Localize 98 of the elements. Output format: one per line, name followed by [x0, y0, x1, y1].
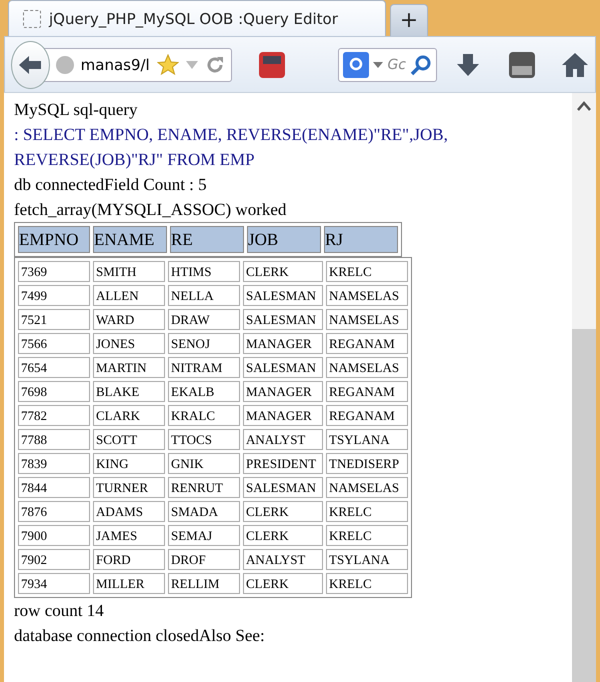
table-cell: 7566: [18, 333, 90, 354]
table-cell: 7934: [18, 573, 90, 594]
browser-tab[interactable]: +: [390, 4, 428, 36]
table-cell: ALLEN: [93, 285, 165, 306]
table-cell: 7782: [18, 405, 90, 426]
table-cell: WARD: [93, 309, 165, 330]
table-cell: 7521: [18, 309, 90, 330]
table-cell: KING: [93, 453, 165, 474]
table-cell: MARTIN: [93, 357, 165, 378]
table-cell: REGANAM: [326, 333, 408, 354]
table-cell: 7902: [18, 549, 90, 570]
table-cell: NAMSELAS: [326, 357, 408, 378]
status-text: database connection closedAlso See:: [14, 625, 266, 647]
table-cell: MANAGER: [243, 381, 323, 402]
table-cell: TURNER: [93, 477, 165, 498]
table-cell: TSYLANA: [326, 549, 408, 570]
table-cell: SMADA: [168, 501, 240, 522]
table-cell: KRELC: [326, 501, 408, 522]
table-cell: 7698: [18, 381, 90, 402]
table-cell: CLERK: [243, 501, 323, 522]
table-cell: MANAGER: [243, 405, 323, 426]
search-engine-icon[interactable]: [343, 52, 370, 78]
scroll-thumb[interactable]: [572, 329, 596, 682]
table-cell: JAMES: [93, 525, 165, 546]
table-cell: NAMSELAS: [326, 477, 408, 498]
table-cell: TNEDISERP: [326, 453, 408, 474]
table-cell: ANALYST: [243, 549, 323, 570]
table-cell: 7839: [18, 453, 90, 474]
table-cell: NAMSELAS: [326, 309, 408, 330]
table-cell: CLERK: [243, 525, 323, 546]
table-cell: SALESMAN: [243, 285, 323, 306]
table-cell: ADAMS: [93, 501, 165, 522]
table-cell: SENOJ: [168, 333, 240, 354]
download-icon[interactable]: [455, 52, 481, 78]
table-cell: KRELC: [326, 525, 408, 546]
home-icon[interactable]: [561, 52, 589, 78]
search-field[interactable]: Gc: [338, 48, 437, 82]
table-cell: CLERK: [243, 573, 323, 594]
table-cell: REGANAM: [326, 381, 408, 402]
table-cell: SMITH: [93, 261, 165, 282]
table-cell: 7900: [18, 525, 90, 546]
scrollbar[interactable]: [572, 93, 596, 682]
globe-icon: [54, 54, 75, 74]
table-cell: MANAGER: [243, 333, 323, 354]
dropdown-icon[interactable]: [373, 62, 384, 68]
table-cell: 7876: [18, 501, 90, 522]
browser-tab[interactable]: jQuery_PHP_MySQL OOB :Query Editor: [8, 0, 386, 36]
table-cell: JONES: [93, 333, 165, 354]
reload-icon[interactable]: [205, 54, 226, 74]
status-text: MySQL sql-query: [14, 99, 139, 121]
table-cell: PRESIDENT: [243, 453, 323, 474]
query-text: : SELECT EMPNO, ENAME, REVERSE(ENAME)"RE",JOB, REVERSE(JOB)"RJ" FROM EMP: [14, 124, 449, 171]
table-cell: CLERK: [243, 261, 323, 282]
table-cell: SALESMAN: [243, 477, 323, 498]
table-cell: DRAW: [168, 309, 240, 330]
table-cell: TTOCS: [168, 429, 240, 450]
column-header: RJ: [324, 226, 398, 253]
table-cell: NAMSELAS: [326, 285, 408, 306]
table-cell: RELLIM: [168, 573, 240, 594]
table-cell: DROF: [168, 549, 240, 570]
page-icon: [23, 10, 41, 28]
status-text: fetch_array(MYSQLI_ASSOC) worked: [14, 199, 288, 221]
table-cell: 7844: [18, 477, 90, 498]
table-cell: FORD: [93, 549, 165, 570]
table-cell: GNIK: [168, 453, 240, 474]
table-cell: SEMAJ: [168, 525, 240, 546]
table-cell: REGANAM: [326, 405, 408, 426]
table-cell: SALESMAN: [243, 309, 323, 330]
table-cell: 7788: [18, 429, 90, 450]
table-cell: HTIMS: [168, 261, 240, 282]
star-icon[interactable]: [157, 54, 180, 76]
table-cell: BLAKE: [93, 381, 165, 402]
table-cell: EKALB: [168, 381, 240, 402]
table-cell: 7499: [18, 285, 90, 306]
table-cell: SALESMAN: [243, 357, 323, 378]
table-cell: KRELC: [326, 261, 408, 282]
search-icon[interactable]: [410, 54, 432, 76]
status-text: db connectedField Count : 5: [14, 174, 208, 196]
column-header: JOB: [247, 226, 321, 253]
column-header: RE: [170, 226, 244, 253]
table-cell: TSYLANA: [326, 429, 408, 450]
table-cell: MILLER: [93, 573, 165, 594]
table-cell: RENRUT: [168, 477, 240, 498]
column-header: ENAME: [93, 226, 167, 253]
column-header: EMPNO: [18, 226, 90, 253]
back-button[interactable]: [11, 40, 50, 88]
scroll-up-icon[interactable]: [577, 101, 591, 111]
table-cell: SCOTT: [93, 429, 165, 450]
status-text: row count 14: [14, 600, 105, 622]
table-cell: ANALYST: [243, 429, 323, 450]
table-cell: KRELC: [326, 573, 408, 594]
table-cell: NELLA: [168, 285, 240, 306]
table-cell: CLARK: [93, 405, 165, 426]
table-cell: 7654: [18, 357, 90, 378]
table-cell: NITRAM: [168, 357, 240, 378]
back-arrow-icon: [17, 54, 44, 76]
table-cell: 7369: [18, 261, 90, 282]
table-cell: KRALC: [168, 405, 240, 426]
